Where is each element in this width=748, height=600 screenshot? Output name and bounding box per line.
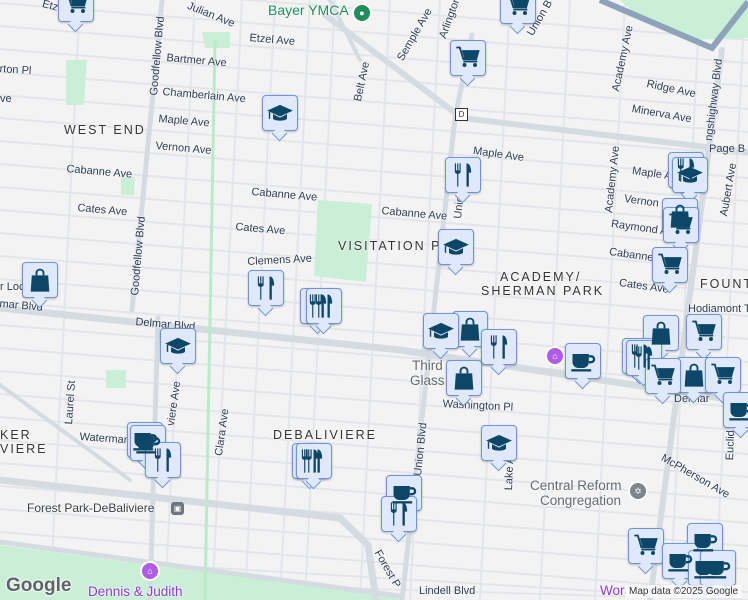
cart-icon [504,0,532,20]
shopping-bag-icon [26,266,54,294]
graduation-cap-icon [266,99,294,127]
place-label-glass-2[interactable]: Glass [410,373,445,388]
fork-knife-icon [385,500,413,528]
google-logo: Google [6,575,72,596]
grocery-store-marker[interactable] [663,207,699,243]
shopping-marker[interactable] [676,357,712,393]
street-label: r Loc [0,281,25,293]
coffee-cup-icon [691,527,719,555]
cart-icon [62,0,90,18]
shopping-marker[interactable] [452,311,488,347]
fork-knife-icon [449,161,477,189]
grocery-store-marker[interactable] [500,0,536,24]
coffee-cup-icon [569,347,597,375]
school-marker[interactable] [423,313,459,349]
neighborhood-label: VISITATION P [338,239,442,253]
coffee-cup-icon [727,396,748,424]
grocery-store-marker[interactable] [652,247,688,283]
map-attribution[interactable]: Map data ©2025 Google [626,585,742,598]
cart-icon [454,44,482,72]
cart-icon [632,532,660,560]
neighborhood-label: WEST END [64,123,146,137]
route-badge: D [455,108,468,121]
ymca-pin-icon[interactable]: ● [352,3,372,23]
restaurant-marker[interactable] [481,329,517,365]
cart-icon [656,251,684,279]
minor-street [0,25,748,87]
synagogue-pin-icon[interactable]: ✡ [628,481,648,501]
neighborhood-label: ACADEMY/ [500,270,582,284]
restaurant-marker[interactable] [145,442,181,478]
cart-icon [667,211,695,239]
fork-knife-icon [149,446,177,474]
neighborhood-label: KER [0,428,32,442]
shopping-bag-icon [680,361,708,389]
graduation-cap-icon [427,317,455,345]
restaurant-marker[interactable] [296,443,332,479]
graduation-cap-icon [164,332,192,360]
cart-icon [709,361,737,389]
neighborhood-label: FOUNT [700,277,748,291]
transit-label[interactable]: Forest Park-DeBaliviere [27,502,154,515]
restaurant-marker[interactable] [445,157,481,193]
park-square [106,370,126,388]
graduation-cap-icon [676,161,704,189]
place-label-church-2[interactable]: Congregation [540,493,621,508]
fork-knife-icon [252,274,280,302]
school-marker[interactable] [262,95,298,131]
fork-knife-icon [310,292,338,320]
metro-station-icon[interactable]: ▣ [171,502,184,515]
cafe-marker[interactable] [700,550,736,586]
place-label-ymca[interactable]: Bayer YMCA [268,3,349,18]
grocery-store-marker[interactable] [450,40,486,76]
street-label: Page B [709,143,746,155]
graduation-cap-icon [485,429,513,457]
museum-pin-icon[interactable]: ⌂ [545,346,565,366]
grocery-store-marker[interactable] [686,314,722,350]
museum-pin-icon[interactable]: ⌂ [140,561,160,581]
minor-street [0,48,748,110]
neighborhood-label: DEBALIVIERE [273,428,377,442]
place-label-world[interactable]: Wor [600,584,625,598]
school-marker[interactable] [672,157,708,193]
place-label-glass-1[interactable]: Third [412,358,443,373]
grocery-store-marker[interactable] [705,357,741,393]
shopping-bag-icon [456,315,484,343]
cafe-marker[interactable] [723,392,748,428]
graduation-cap-icon [442,233,470,261]
fork-knife-icon [485,333,513,361]
coffee-cup-icon [704,554,732,582]
park-west-end [66,60,87,105]
shopping-bag-icon [450,364,478,392]
place-label-museum[interactable]: Dennis & Judith [88,585,183,599]
restaurant-marker[interactable] [381,496,417,532]
restaurant-marker[interactable] [306,288,342,324]
minor-street [479,0,511,600]
coffee-cup-icon [666,547,694,575]
neighborhood-label: SHERMAN PARK [481,284,605,298]
restaurant-marker[interactable] [248,270,284,306]
shopping-marker[interactable] [446,360,482,396]
street-label: ve [0,93,12,105]
shopping-marker[interactable] [22,262,58,298]
place-label-church-1[interactable]: Central Reform [530,478,622,493]
cart-icon [690,318,718,346]
street-label: rton Pl [0,63,32,78]
cart-icon [649,362,677,390]
school-marker[interactable] [438,229,474,265]
grocery-store-marker[interactable] [58,0,94,22]
fork-knife-icon [300,447,328,475]
grocery-store-marker[interactable] [628,528,664,564]
school-marker[interactable] [481,425,517,461]
grocery-store-marker[interactable] [645,358,681,394]
neighborhood-label: VIERE [0,442,48,456]
cafe-marker[interactable] [565,343,601,379]
school-marker[interactable] [160,328,196,364]
street-label: Lindell Blvd [419,585,476,597]
